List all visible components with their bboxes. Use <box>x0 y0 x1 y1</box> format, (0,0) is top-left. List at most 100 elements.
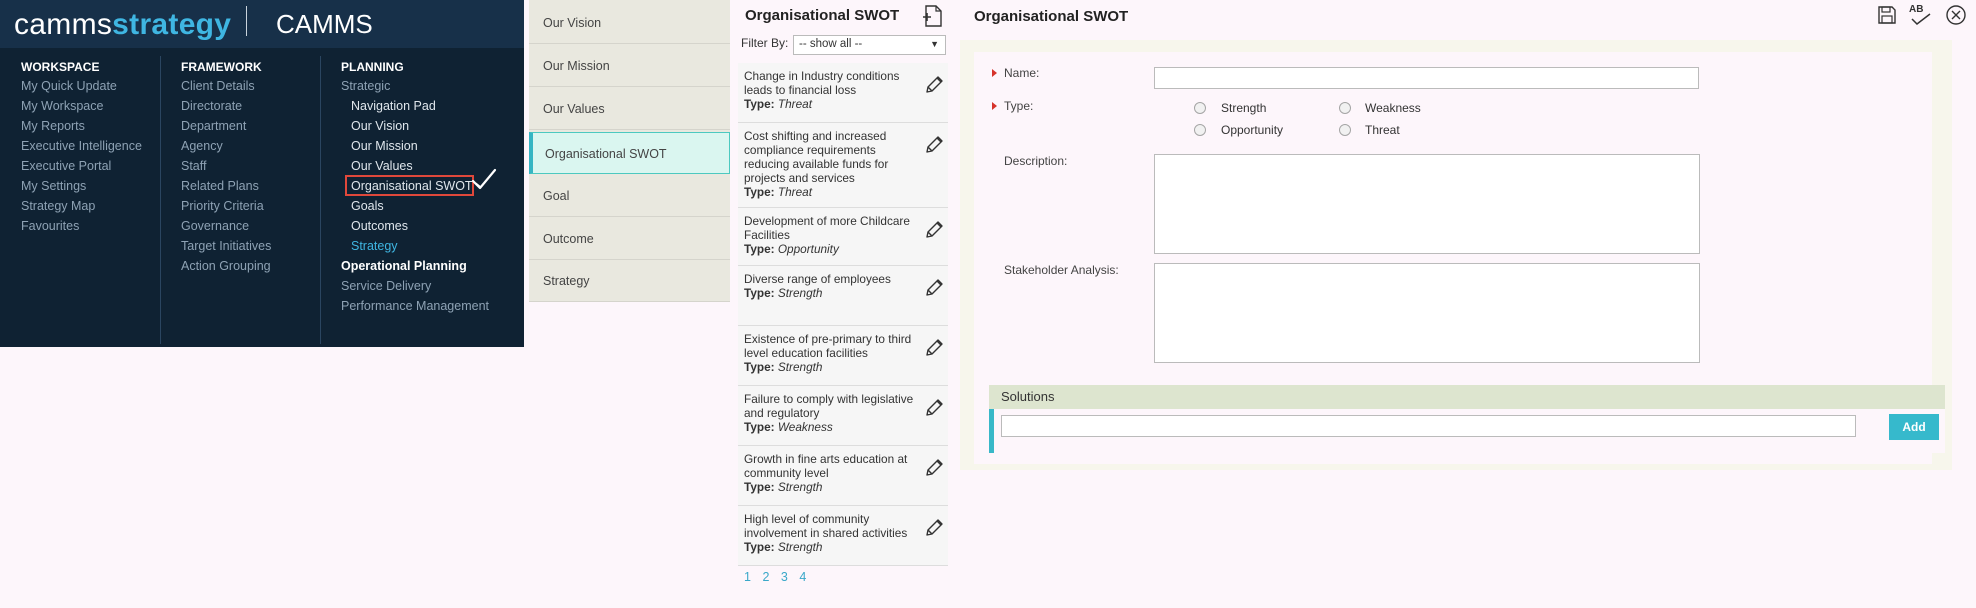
tab-outcome[interactable]: Outcome <box>529 218 730 260</box>
spellcheck-icon[interactable]: AB <box>1907 4 1933 26</box>
nav-goals[interactable]: Goals <box>351 199 384 213</box>
logo-text-part1: camms <box>14 8 113 41</box>
nav-department[interactable]: Department <box>181 119 246 133</box>
page-link-2[interactable]: 2 <box>762 570 769 584</box>
nav-directorate[interactable]: Directorate <box>181 99 242 113</box>
swot-list-item[interactable]: High level of community involvement in s… <box>738 506 948 566</box>
nav-my-workspace[interactable]: My Workspace <box>21 99 103 113</box>
nav-priority-criteria[interactable]: Priority Criteria <box>181 199 264 213</box>
page-link-3[interactable]: 3 <box>781 570 788 584</box>
solution-input[interactable] <box>1001 415 1856 437</box>
nav-my-settings[interactable]: My Settings <box>21 179 86 193</box>
nav-outcomes[interactable]: Outcomes <box>351 219 408 233</box>
swot-type-value: Threat <box>777 185 812 199</box>
edit-pencil-icon[interactable] <box>924 73 944 95</box>
swot-item-content: Cost shifting and increased compliance r… <box>744 129 914 199</box>
nav-target-initiatives[interactable]: Target Initiatives <box>181 239 271 253</box>
swot-item-content: Failure to comply with legislative and r… <box>744 392 914 434</box>
radio-weakness-label: Weakness <box>1365 101 1421 115</box>
edit-pencil-icon[interactable] <box>924 276 944 298</box>
nav-our-mission[interactable]: Our Mission <box>351 139 418 153</box>
tab-organisational-swot[interactable]: Organisational SWOT <box>529 132 730 174</box>
nav-my-quick-update[interactable]: My Quick Update <box>21 79 117 93</box>
swot-type-label: Type: <box>744 97 775 111</box>
nav-executive-portal[interactable]: Executive Portal <box>21 159 111 173</box>
nav-client-details[interactable]: Client Details <box>181 79 255 93</box>
dropdown-arrow-icon: ▼ <box>930 39 939 49</box>
close-icon[interactable] <box>1945 4 1967 26</box>
swot-list-item[interactable]: Growth in fine arts education at communi… <box>738 446 948 506</box>
swot-item-content: Diverse range of employees Type: Strengt… <box>744 272 914 300</box>
swot-type-value: Strength <box>777 540 823 554</box>
stakeholder-analysis-textarea[interactable] <box>1154 263 1700 363</box>
tab-our-values[interactable]: Our Values <box>529 88 730 130</box>
tab-strategy[interactable]: Strategy <box>529 260 730 302</box>
save-icon[interactable] <box>1876 4 1898 26</box>
swot-item-content: Change in Industry conditions leads to f… <box>744 69 914 111</box>
description-textarea[interactable] <box>1154 154 1700 254</box>
edit-pencil-icon[interactable] <box>924 396 944 418</box>
selected-item-highlight <box>345 175 474 196</box>
swot-item-text: Diverse range of employees <box>744 272 891 286</box>
nav-service-delivery[interactable]: Service Delivery <box>341 279 431 293</box>
filter-dropdown[interactable]: -- show all -- ▼ <box>793 35 946 55</box>
swot-list-item[interactable]: Failure to comply with legislative and r… <box>738 386 948 446</box>
nav-our-values[interactable]: Our Values <box>351 159 413 173</box>
nav-navigation-pad[interactable]: Navigation Pad <box>351 99 436 113</box>
nav-my-reports[interactable]: My Reports <box>21 119 85 133</box>
filter-value: -- show all -- <box>799 38 863 50</box>
framework-heading: FRAMEWORK <box>181 60 262 74</box>
edit-pencil-icon[interactable] <box>924 218 944 240</box>
new-document-icon[interactable] <box>922 4 944 28</box>
edit-pencil-icon[interactable] <box>924 133 944 155</box>
page-link-1[interactable]: 1 <box>744 570 751 584</box>
radio-threat[interactable] <box>1339 124 1351 136</box>
workspace-heading: WORKSPACE <box>21 60 100 74</box>
tab-our-vision[interactable]: Our Vision <box>529 2 730 44</box>
swot-list-item[interactable]: Change in Industry conditions leads to f… <box>738 63 948 123</box>
edit-pencil-icon[interactable] <box>924 336 944 358</box>
tab-goal[interactable]: Goal <box>529 175 730 217</box>
swot-list-item[interactable]: Cost shifting and increased compliance r… <box>738 123 948 208</box>
nav-our-vision[interactable]: Our Vision <box>351 119 409 133</box>
add-solution-button[interactable]: Add <box>1889 414 1939 440</box>
name-input[interactable] <box>1154 67 1699 89</box>
swot-type-label: Type: <box>744 242 775 256</box>
planning-heading: PLANNING <box>341 60 404 74</box>
radio-opportunity[interactable] <box>1194 124 1206 136</box>
nav-agency[interactable]: Agency <box>181 139 223 153</box>
tab-our-mission[interactable]: Our Mission <box>529 45 730 87</box>
nav-favourites[interactable]: Favourites <box>21 219 79 233</box>
page-link-4[interactable]: 4 <box>799 570 806 584</box>
nav-staff[interactable]: Staff <box>181 159 206 173</box>
brand-name: CAMMS <box>276 9 373 39</box>
nav-strategy-map[interactable]: Strategy Map <box>21 199 95 213</box>
radio-opportunity-label: Opportunity <box>1221 123 1284 137</box>
swot-item-text: Cost shifting and increased compliance r… <box>744 129 889 185</box>
nav-related-plans[interactable]: Related Plans <box>181 179 259 193</box>
nav-strategic[interactable]: Strategic <box>341 79 390 93</box>
nav-strategy[interactable]: Strategy <box>351 239 398 253</box>
swot-list-item[interactable]: Diverse range of employees Type: Strengt… <box>738 266 948 326</box>
edit-pencil-icon[interactable] <box>924 456 944 478</box>
section-tabs: Our Vision Our Mission Our Values Organi… <box>529 0 730 302</box>
column-divider <box>320 56 321 344</box>
swot-item-text: Change in Industry conditions leads to f… <box>744 69 900 97</box>
radio-weakness[interactable] <box>1339 102 1351 114</box>
main-navigation-panel: cammsstrategy CAMMS WORKSPACE My Quick U… <box>0 0 524 347</box>
radio-threat-label: Threat <box>1365 123 1400 137</box>
swot-list-item[interactable]: Existence of pre-primary to third level … <box>738 326 948 386</box>
swot-type-value: Strength <box>777 360 823 374</box>
nav-executive-intelligence[interactable]: Executive Intelligence <box>21 139 142 153</box>
swot-type-label: Type: <box>744 480 775 494</box>
nav-action-grouping[interactable]: Action Grouping <box>181 259 271 273</box>
camms-strategy-logo[interactable]: cammsstrategy <box>14 8 231 42</box>
swot-list-item[interactable]: Development of more Childcare Facilities… <box>738 208 948 266</box>
nav-governance[interactable]: Governance <box>181 219 249 233</box>
swot-item-content: High level of community involvement in s… <box>744 512 914 554</box>
edit-pencil-icon[interactable] <box>924 516 944 538</box>
nav-performance-management[interactable]: Performance Management <box>341 299 489 313</box>
swot-item-text: Growth in fine arts education at communi… <box>744 452 908 480</box>
radio-strength[interactable] <box>1194 102 1206 114</box>
nav-operational-planning[interactable]: Operational Planning <box>341 259 467 273</box>
